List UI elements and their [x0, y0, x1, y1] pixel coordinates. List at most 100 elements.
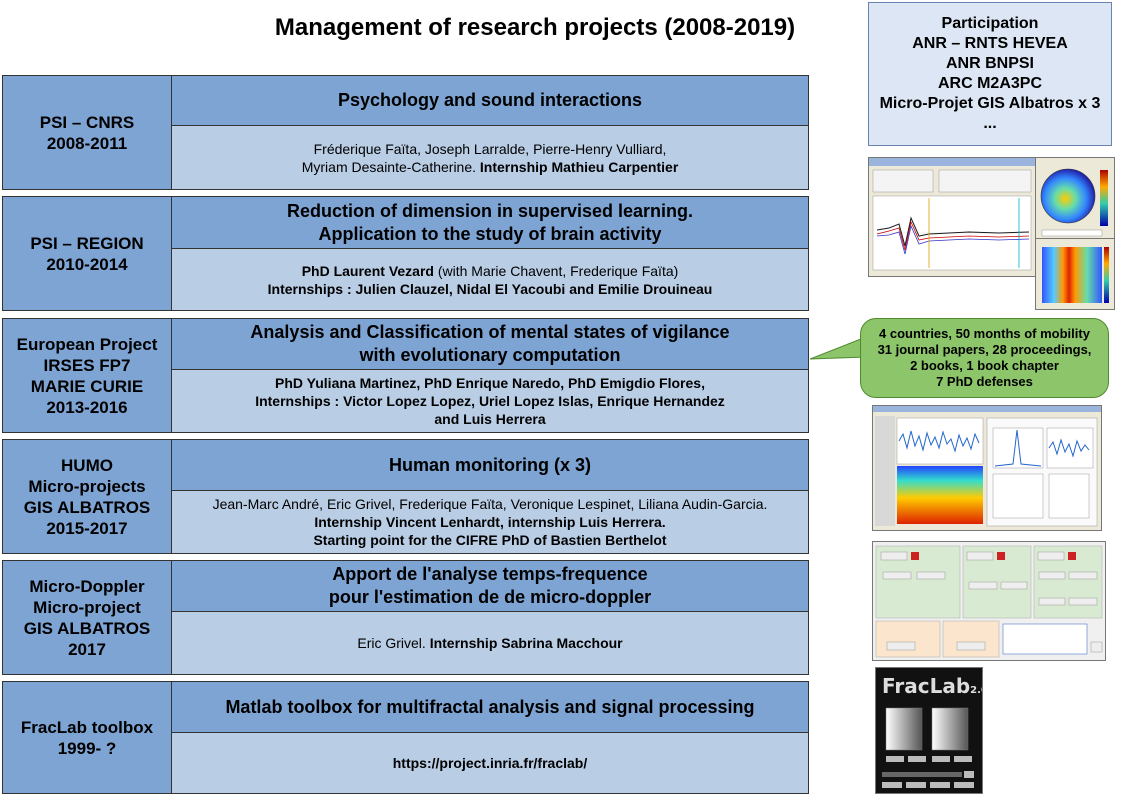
project-label-line: GIS ALBATROS — [23, 497, 151, 517]
highlighted-text: Internships : Julien Clauzel, Nidal El Y… — [267, 280, 713, 297]
callout-line: 2 books, 1 book chapter — [910, 358, 1059, 373]
project-label-line: 2008-2011 — [46, 133, 128, 153]
project-label-line: FracLab toolbox — [20, 717, 154, 737]
project-label: European Project IRSES FP7 MARIE CURIE 2013… — [3, 319, 172, 432]
project-title: Apport de l'analyse temps-frequence pour … — [172, 561, 808, 612]
project-row: FracLab toolbox 1999- ? Matlab toolbox fo… — [2, 681, 809, 794]
project-details-line: Starting point for the CIFRE PhD of Bast… — [313, 531, 666, 549]
project-title-line: Psychology and sound interactions — [337, 90, 643, 110]
project-details-line: and Luis Herrera — [434, 410, 545, 428]
signal-spectrum-screenshot — [872, 405, 1102, 531]
project-details: https://project.inria.fr/fraclab/ — [172, 733, 808, 793]
project-label-line: Micro-projects — [28, 476, 146, 496]
project-label-line: MARIE CURIE — [30, 376, 144, 396]
project-row: European Project IRSES FP7 MARIE CURIE 2013… — [2, 318, 809, 433]
signal-spectrum-plot — [873, 406, 1101, 527]
fraclab-window — [882, 707, 974, 788]
highlighted-text: Internship Vincent Lenhardt, internship … — [314, 514, 666, 530]
participation-line: ANR BNPSI — [945, 55, 1034, 72]
fraclab-screenshot: FracLab2.0 — [875, 667, 983, 794]
project-row: HUMO Micro-projects GIS ALBATROS 2015-2017 … — [2, 439, 809, 554]
project-title-line: Analysis and Classification of mental st… — [250, 322, 730, 342]
project-details-line: PhD Laurent Vezard (with Marie Chavent, … — [302, 262, 679, 280]
project-label: Micro-Doppler Micro-project GIS ALBATROS 20… — [3, 561, 172, 674]
project-title-line: Matlab toolbox for multifractal analysis… — [225, 696, 755, 717]
project-details-line: Fréderique Faïta, Joseph Larralde, Pierr… — [314, 140, 667, 158]
project-row: PSI – REGION 2010-2014 Reduction of dimen… — [2, 196, 809, 311]
project-details-line: https://project.inria.fr/fraclab/ — [393, 754, 587, 772]
eeg-plot — [869, 158, 1037, 271]
highlighted-text: and Luis Herrera — [434, 411, 546, 427]
callout-line: 31 journal papers, 28 proceedings, — [877, 342, 1092, 357]
highlighted-text: Internship Sabrina Macchour — [429, 635, 623, 651]
project-row: PSI – CNRS 2008-2011 Psychology and sound… — [2, 75, 809, 190]
project-label-line: HUMO — [61, 455, 113, 475]
project-label-line: European Project — [16, 334, 158, 354]
project-details-line: Jean-Marc André, Eric Grivel, Frederique… — [213, 495, 768, 513]
participation-line: Participation — [941, 15, 1039, 32]
project-title-line: Reduction of dimension in supervised lea… — [286, 200, 694, 221]
project-title: Analysis and Classification of mental st… — [172, 319, 808, 370]
plain-text: Eric Grivel. — [357, 635, 430, 651]
callout-bubble: 4 countries, 50 months of mobility 31 jou… — [860, 318, 1109, 398]
project-title: Matlab toolbox for multifractal analysis… — [172, 682, 808, 733]
project-title-line: Human monitoring (x 3) — [389, 454, 591, 475]
project-label-line: Micro-Doppler — [29, 576, 145, 596]
project-details: Eric Grivel. Internship Sabrina Macchour — [172, 612, 808, 674]
project-title-line: pour l'estimation de de micro-doppler — [328, 587, 652, 607]
project-label-line: IRSES FP7 — [43, 355, 131, 375]
project-label: HUMO Micro-projects GIS ALBATROS 2015-2017 — [3, 440, 172, 553]
project-details-line: Internships : Victor Lopez Lopez, Uriel … — [255, 392, 725, 410]
project-label-line: PSI – CNRS — [39, 112, 135, 132]
project-label-line: GIS ALBATROS — [23, 618, 151, 638]
plain-text: Fréderique Faïta, Joseph Larralde, Pierr… — [313, 140, 667, 157]
project-details: Jean-Marc André, Eric Grivel, Frederique… — [172, 491, 808, 553]
participation-box: Participation ANR – RNTS HEVEA ANR BNPSI AR… — [868, 2, 1112, 146]
callout-line: 7 PhD defenses — [936, 374, 1033, 389]
scalp-topography-screenshot — [1035, 157, 1115, 241]
highlighted-text: Internship Mathieu Carpentier — [479, 158, 679, 175]
page-title: Management of research projects (2008-20… — [274, 14, 796, 41]
highlighted-text: https://project.inria.fr/fraclab/ — [392, 755, 588, 771]
highlighted-text: Starting point for the CIFRE PhD of Bast… — [313, 532, 667, 548]
project-title-line: with evolutionary computation — [359, 345, 621, 365]
topography-map — [1040, 168, 1108, 237]
spectrogram-plot — [1042, 247, 1109, 303]
project-row: Micro-Doppler Micro-project GIS ALBATROS 20… — [2, 560, 809, 675]
participation-line: ... — [983, 115, 997, 132]
project-details-line: Eric Grivel. Internship Sabrina Macchour — [357, 634, 622, 652]
project-details: PhD Yuliana Martinez, PhD Enrique Naredo… — [172, 370, 808, 432]
project-details-line: Internship Vincent Lenhardt, internship … — [314, 513, 665, 531]
project-label: PSI – REGION 2010-2014 — [3, 197, 172, 310]
project-title: Human monitoring (x 3) — [172, 440, 808, 491]
project-details: Fréderique Faïta, Joseph Larralde, Pierr… — [172, 126, 808, 189]
project-label-line: 2013-2016 — [46, 397, 128, 417]
eeg-analysis-screenshot — [868, 157, 1038, 277]
project-details: PhD Laurent Vezard (with Marie Chavent, … — [172, 249, 808, 310]
acquisition-panel — [875, 545, 1103, 658]
project-label-line: Micro-project — [33, 597, 141, 617]
acquisition-panel-screenshot — [872, 541, 1106, 661]
highlighted-text: PhD Laurent Vezard — [301, 262, 434, 279]
project-title: Reduction of dimension in supervised lea… — [172, 197, 808, 249]
project-label-line: 2015-2017 — [46, 518, 128, 538]
plain-text: (with Marie Chavent, Frederique Faïta) — [433, 262, 679, 279]
participation-line: ANR – RNTS HEVEA — [912, 35, 1068, 52]
project-label: FracLab toolbox 1999- ? — [3, 682, 172, 793]
project-details-line: PhD Yuliana Martinez, PhD Enrique Naredo… — [275, 374, 705, 392]
project-title: Psychology and sound interactions — [172, 76, 808, 126]
highlighted-text: Internships : Victor Lopez Lopez, Uriel … — [255, 393, 725, 409]
highlighted-text: PhD Yuliana Martinez, PhD Enrique Naredo… — [275, 375, 705, 391]
project-label: PSI – CNRS 2008-2011 — [3, 76, 172, 189]
participation-line: Micro-Projet GIS Albatros x 3 — [879, 95, 1101, 112]
participation-line: ARC M2A3PC — [937, 75, 1042, 92]
project-label-line: 2010-2014 — [46, 254, 128, 274]
project-title-line: Application to the study of brain activi… — [318, 223, 662, 244]
project-label-line: 1999- ? — [57, 738, 117, 758]
project-label-line: 2017 — [68, 639, 106, 659]
project-details-line: Myriam Desainte-Catherine. Internship Ma… — [302, 158, 679, 176]
project-details-line: Internships : Julien Clauzel, Nidal El Y… — [268, 280, 713, 298]
plain-text: Myriam Desainte-Catherine. — [301, 158, 480, 175]
callout-line: 4 countries, 50 months of mobility — [879, 326, 1090, 341]
time-frequency-screenshot — [1035, 238, 1115, 310]
